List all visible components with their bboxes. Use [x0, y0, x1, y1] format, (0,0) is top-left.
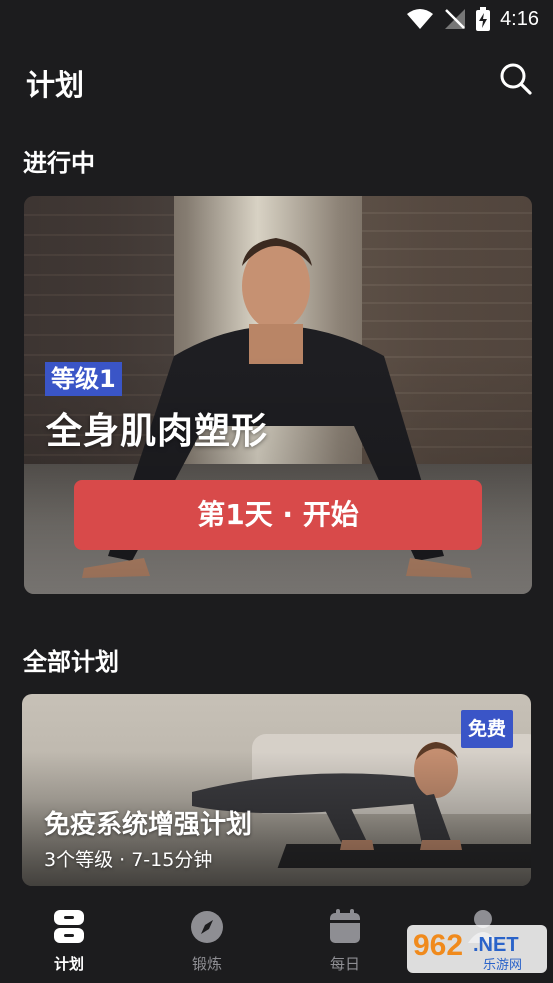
svg-text:乐游网: 乐游网 — [483, 958, 522, 973]
page-title: 计划 — [26, 68, 85, 102]
plan-icon — [54, 910, 84, 943]
free-badge: 免费 — [460, 710, 513, 748]
compass-icon — [191, 911, 223, 943]
search-icon — [500, 63, 532, 95]
section-title-in-progress: 进行中 — [23, 149, 95, 177]
status-icons: 4:16 — [406, 6, 539, 32]
wifi-icon — [407, 9, 434, 29]
status-bar: 4:16 — [0, 0, 553, 38]
search-button[interactable] — [499, 62, 533, 96]
nav-label-daily: 每日 — [329, 955, 360, 973]
app-header: 计划 — [0, 52, 553, 108]
in-progress-plan-card[interactable]: 等级1 全身肌肉塑形 第1天 · 开始 — [24, 196, 532, 594]
nav-label-plan: 计划 — [53, 955, 84, 973]
nav-item-workout[interactable]: 锻炼 — [172, 909, 242, 974]
nav-label-workout: 锻炼 — [191, 955, 222, 973]
plan-card-meta: 3个等级 · 7-15分钟 — [44, 849, 213, 871]
svg-text:.NET: .NET — [473, 934, 519, 956]
svg-text:962: 962 — [413, 929, 463, 962]
start-day-button[interactable]: 第1天 · 开始 — [74, 480, 482, 550]
no-signal-icon — [445, 9, 466, 29]
level-badge: 等级1 — [45, 362, 122, 396]
bottom-nav: 计划 锻炼 每日 962 .NET 乐游网 — [0, 893, 553, 983]
calendar-icon — [330, 909, 360, 943]
site-watermark-logo: 962 .NET 乐游网 — [407, 925, 547, 973]
nav-item-daily[interactable]: 每日 — [310, 909, 380, 974]
status-time: 4:16 — [500, 7, 539, 30]
plan-card-title: 免疫系统增强计划 — [44, 810, 253, 840]
in-progress-plan-title: 全身肌肉塑形 — [46, 411, 269, 452]
plan-card-immunity[interactable]: 免费 免疫系统增强计划 3个等级 · 7-15分钟 — [22, 694, 531, 886]
nav-item-plan[interactable]: 计划 — [34, 909, 104, 974]
battery-charging-icon — [476, 7, 491, 31]
section-title-all-plans: 全部计划 — [23, 648, 119, 676]
